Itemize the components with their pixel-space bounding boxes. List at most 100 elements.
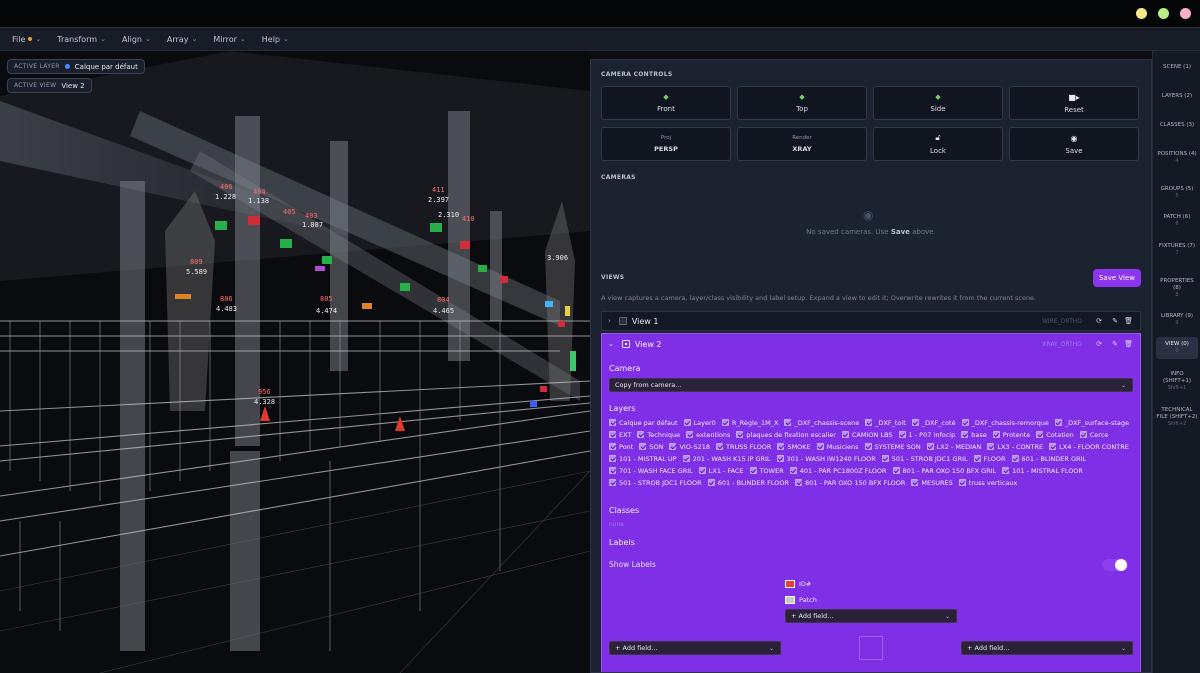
checkbox-icon[interactable] xyxy=(898,431,906,438)
layer-checkbox-item[interactable]: 101 - MISTRAL UP xyxy=(609,454,677,463)
add-field-select-center[interactable]: + Add field... ⌄ xyxy=(785,609,957,623)
reset-camera-button[interactable]: ■▸ Reset xyxy=(1009,86,1139,120)
checkbox-icon[interactable] xyxy=(749,467,757,474)
layer-checkbox-item[interactable]: SON xyxy=(639,442,663,451)
layer-checkbox-item[interactable]: 601 - BLINDER FLOOR xyxy=(707,478,789,487)
checkbox-icon[interactable] xyxy=(816,443,824,450)
layer-checkbox-item[interactable]: LX4 - FLOOR CONTRE xyxy=(1049,442,1129,451)
checkbox-icon[interactable] xyxy=(911,419,919,426)
edit-icon[interactable]: ✎ xyxy=(1112,340,1118,348)
refresh-icon[interactable]: ⟳ xyxy=(1096,317,1102,325)
layer-checkbox-item[interactable]: EXT xyxy=(609,430,631,439)
checkbox-icon[interactable] xyxy=(1054,419,1062,426)
checkbox-icon[interactable] xyxy=(892,467,900,474)
layer-checkbox-item[interactable]: _DXF_coté xyxy=(911,418,956,427)
checkbox-icon[interactable] xyxy=(865,419,873,426)
layer-checkbox-item[interactable]: TRUSS FLOOR xyxy=(716,442,771,451)
camera-select[interactable]: Copy from camera... ⌄ xyxy=(609,378,1133,392)
layer-checkbox-item[interactable]: Cotation xyxy=(1036,430,1074,439)
checkbox-icon[interactable] xyxy=(721,419,729,426)
top-view-button[interactable]: ◆ Top xyxy=(737,86,867,120)
checkbox-icon[interactable] xyxy=(911,479,919,486)
menu-array[interactable]: Array ⌄ xyxy=(167,35,197,44)
3d-viewport[interactable]: 406 1.228 404 1.138 405 403 1.087 411 2.… xyxy=(0,51,590,673)
rail-item[interactable]: LAYERS (2) xyxy=(1156,93,1198,100)
layer-checkbox-item[interactable]: _DXF_surface-stage xyxy=(1054,418,1129,427)
checkbox-icon[interactable] xyxy=(1011,455,1019,462)
checkbox-icon[interactable] xyxy=(686,431,694,438)
checkbox-icon[interactable] xyxy=(992,431,1000,438)
menu-file[interactable]: File ⌄ xyxy=(12,35,41,44)
layer-checkbox-item[interactable]: Layer0 xyxy=(683,418,716,427)
checkbox-icon[interactable] xyxy=(609,443,616,450)
layer-checkbox-item[interactable]: 101 - MISTRAL FLOOR xyxy=(1002,466,1083,475)
layer-checkbox-item[interactable]: FLOOR xyxy=(973,454,1006,463)
view-row-2[interactable]: ⌄ View 2 XRAY_ORTHO ⟳ ✎ 🗑︎ xyxy=(602,334,1140,354)
checkbox-icon[interactable] xyxy=(864,443,872,450)
checkbox-icon[interactable] xyxy=(669,443,677,450)
close-window-button[interactable] xyxy=(1180,8,1191,19)
layer-checkbox-item[interactable]: _DXF_chassis-remorque xyxy=(961,418,1049,427)
save-camera-button[interactable]: ◉ Save xyxy=(1009,127,1139,161)
side-view-button[interactable]: ◆ Side xyxy=(873,86,1003,120)
label-field-id[interactable]: ID# xyxy=(785,580,811,588)
layer-checkbox-item[interactable]: Cerce xyxy=(1079,430,1108,439)
checkbox-icon[interactable] xyxy=(637,431,645,438)
checkbox-icon[interactable] xyxy=(961,431,969,438)
chevron-right-icon[interactable]: › xyxy=(608,317,611,325)
checkbox-icon[interactable] xyxy=(609,419,616,426)
checkbox-icon[interactable] xyxy=(707,479,715,486)
rail-item[interactable]: INFO (SHIFT+1) Shift+1 xyxy=(1156,371,1198,392)
checkbox-icon[interactable] xyxy=(795,479,803,486)
layer-checkbox-item[interactable]: Technique xyxy=(637,430,680,439)
rail-item[interactable]: VIEW (0) 0 xyxy=(1156,337,1198,359)
layer-checkbox-item[interactable]: 501 - STROB JDC1 FLOOR xyxy=(609,478,702,487)
add-field-select-right[interactable]: + Add field... ⌄ xyxy=(961,641,1133,655)
layer-checkbox-item[interactable]: CAMION LBS xyxy=(841,430,893,439)
layer-checkbox-item[interactable]: _DXF_chassis-scene xyxy=(784,418,859,427)
menu-help[interactable]: Help ⌄ xyxy=(262,35,289,44)
checkbox-icon[interactable] xyxy=(609,467,616,474)
layer-checkbox-item[interactable]: 701 - WASH FACE GRIL xyxy=(609,466,693,475)
layer-checkbox-item[interactable]: LX2 - MEDIAN xyxy=(926,442,981,451)
active-view-pill[interactable]: ACTIVE VIEW View 2 xyxy=(7,78,92,93)
layer-checkbox-item[interactable]: 501 - STROB JDC1 GRIL xyxy=(881,454,968,463)
trash-icon[interactable]: 🗑︎ xyxy=(1124,340,1133,348)
add-field-select-left[interactable]: + Add field... ⌄ xyxy=(609,641,781,655)
layer-checkbox-item[interactable]: MESURES xyxy=(911,478,953,487)
checkbox-icon[interactable] xyxy=(698,467,706,474)
chevron-down-icon[interactable]: ⌄ xyxy=(608,340,614,348)
checkbox-icon[interactable] xyxy=(609,479,616,486)
checkbox-icon[interactable] xyxy=(639,443,647,450)
rail-item[interactable]: GROUPS (5) 5 xyxy=(1156,186,1198,200)
checkbox-icon[interactable] xyxy=(961,419,969,426)
checkbox-icon[interactable] xyxy=(683,419,691,426)
edit-icon[interactable]: ✎ xyxy=(1112,317,1118,325)
layer-checkbox-item[interactable]: Protente xyxy=(992,430,1030,439)
layer-checkbox-item[interactable]: LX3 - CONTRE xyxy=(987,442,1043,451)
layer-checkbox-item[interactable]: truss verticaux xyxy=(958,478,1017,487)
layer-checkbox-item[interactable]: TOWER xyxy=(749,466,784,475)
view-checkbox[interactable] xyxy=(621,340,630,348)
layer-checkbox-item[interactable]: SYSTEME SON xyxy=(864,442,921,451)
rail-item[interactable]: LIBRARY (9) 9 xyxy=(1156,313,1198,327)
layer-checkbox-item[interactable]: 201 - WASH K15 iP GRIL xyxy=(682,454,771,463)
checkbox-icon[interactable] xyxy=(881,455,889,462)
layer-checkbox-item[interactable]: 1 - P07 Infocip xyxy=(898,430,955,439)
layer-checkbox-item[interactable]: 301 - WASH iW1240 FLOOR xyxy=(776,454,876,463)
layer-checkbox-item[interactable]: 801 - PAR OXO 150 BFX GRIL xyxy=(892,466,996,475)
view-row-1[interactable]: › View 1 WIRE_ORTHO ⟳ ✎ 🗑︎ xyxy=(601,311,1141,331)
layer-checkbox-item[interactable]: plaques de fixation escalier xyxy=(736,430,836,439)
rail-item[interactable]: SCENE (1) xyxy=(1156,64,1198,71)
checkbox-icon[interactable] xyxy=(609,431,616,438)
checkbox-icon[interactable] xyxy=(789,467,797,474)
view-checkbox[interactable] xyxy=(618,317,627,325)
layer-checkbox-item[interactable]: Musiciens xyxy=(816,442,859,451)
checkbox-icon[interactable] xyxy=(1049,443,1057,450)
show-labels-toggle[interactable] xyxy=(1102,559,1128,571)
checkbox-icon[interactable] xyxy=(716,443,723,450)
layer-checkbox-item[interactable]: 401 - PAR PC1800Z FLOOR xyxy=(789,466,887,475)
checkbox-icon[interactable] xyxy=(1036,431,1044,438)
refresh-icon[interactable]: ⟳ xyxy=(1096,340,1102,348)
layer-checkbox-item[interactable]: extentions xyxy=(686,430,730,439)
